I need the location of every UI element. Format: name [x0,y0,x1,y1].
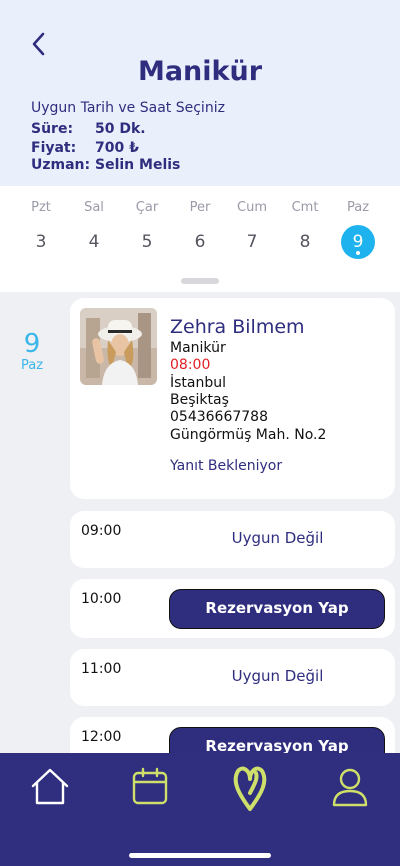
day-name: Cum [237,200,267,215]
appointment-card[interactable]: Zehra Bilmem Manikür 08:00 İstanbul Beşi… [70,298,395,499]
day-number: 3 [35,232,47,252]
address: Güngörmüş Mah. No.2 [170,427,327,443]
tab-calendar[interactable] [128,765,172,809]
expert-value: Selin Melis [95,157,181,173]
day-name: Cmt [291,200,319,215]
day-name: Paz [346,200,370,215]
slot-time: 12:00 [81,729,122,745]
price-value: 700 ₺ [95,140,139,156]
selected-date: 9 Paz [0,330,64,373]
day-item[interactable]: Cmt 8 [282,200,328,259]
tab-favorites[interactable] [228,763,272,811]
unavailable-label: Uygun Değil [231,667,324,685]
appointment-time: 08:00 [170,357,211,373]
page-title: Manikür [137,56,263,87]
selected-date-number: 9 [23,329,41,359]
time-slot: 10:00 Rezervasyon Yap [70,579,395,638]
tab-bar [0,753,400,866]
day-picker: Pzt 3 Sal 4 Çar 5 Per 6 Cum 7 Cmt 8 Paz 9 [0,186,400,292]
day-number: 5 [141,232,153,252]
day-name: Pzt [31,200,51,215]
day-name: Çar [135,200,159,215]
drag-handle[interactable] [181,278,219,284]
home-icon [31,768,69,805]
time-slot: 11:00 Uygun Değil [70,649,395,706]
reserve-button[interactable]: Rezervasyon Yap [169,589,385,629]
heart-icon [233,766,267,811]
service-name: Manikür [170,340,226,356]
duration-value: 50 Dk. [95,121,146,137]
phone: 05436667788 [170,409,268,425]
expert-label: Uzman: [31,157,91,173]
day-item[interactable]: Cum 7 [229,200,275,259]
calendar-icon [132,767,168,805]
selected-date-weekday: Paz [20,358,44,373]
customer-name: Zehra Bilmem [170,316,305,338]
day-name: Sal [84,200,104,215]
duration-info: Süre: 50 Dk. [31,121,146,137]
profile-icon [332,768,368,807]
time-slot: 09:00 Uygun Değil [70,511,395,568]
slot-time: 10:00 [81,591,122,607]
tab-home[interactable] [28,765,72,809]
slot-time: 09:00 [81,523,122,539]
day-item[interactable]: Sal 4 [71,200,117,259]
district: Beşiktaş [170,392,229,408]
price-info: Fiyat: 700 ₺ [31,140,139,156]
city: İstanbul [170,375,227,391]
subtitle: Uygun Tarih ve Saat Seçiniz [31,100,225,116]
tab-profile[interactable] [328,765,372,809]
expert-info: Uzman: Selin Melis [31,157,180,173]
status-text: Yanıt Bekleniyor [170,458,283,474]
unavailable-label: Uygun Değil [231,529,324,547]
duration-label: Süre: [31,121,74,137]
day-item-selected[interactable]: Paz 9 [335,200,381,259]
day-number: 4 [88,232,100,252]
home-indicator [129,853,271,858]
day-number: 8 [299,232,311,252]
day-number: 7 [246,232,258,252]
day-item[interactable]: Pzt 3 [18,200,64,259]
slot-time: 11:00 [81,661,122,677]
avatar [80,308,157,385]
day-number: 6 [194,232,206,252]
day-item[interactable]: Per 6 [177,200,223,259]
price-label: Fiyat: [31,140,77,156]
day-number: 9 [341,225,375,259]
day-item[interactable]: Çar 5 [124,200,170,259]
chevron-left-icon [32,32,45,56]
day-name: Per [189,200,211,215]
header: Manikür Uygun Tarih ve Saat Seçiniz Süre… [0,0,400,186]
back-button[interactable] [26,30,50,58]
